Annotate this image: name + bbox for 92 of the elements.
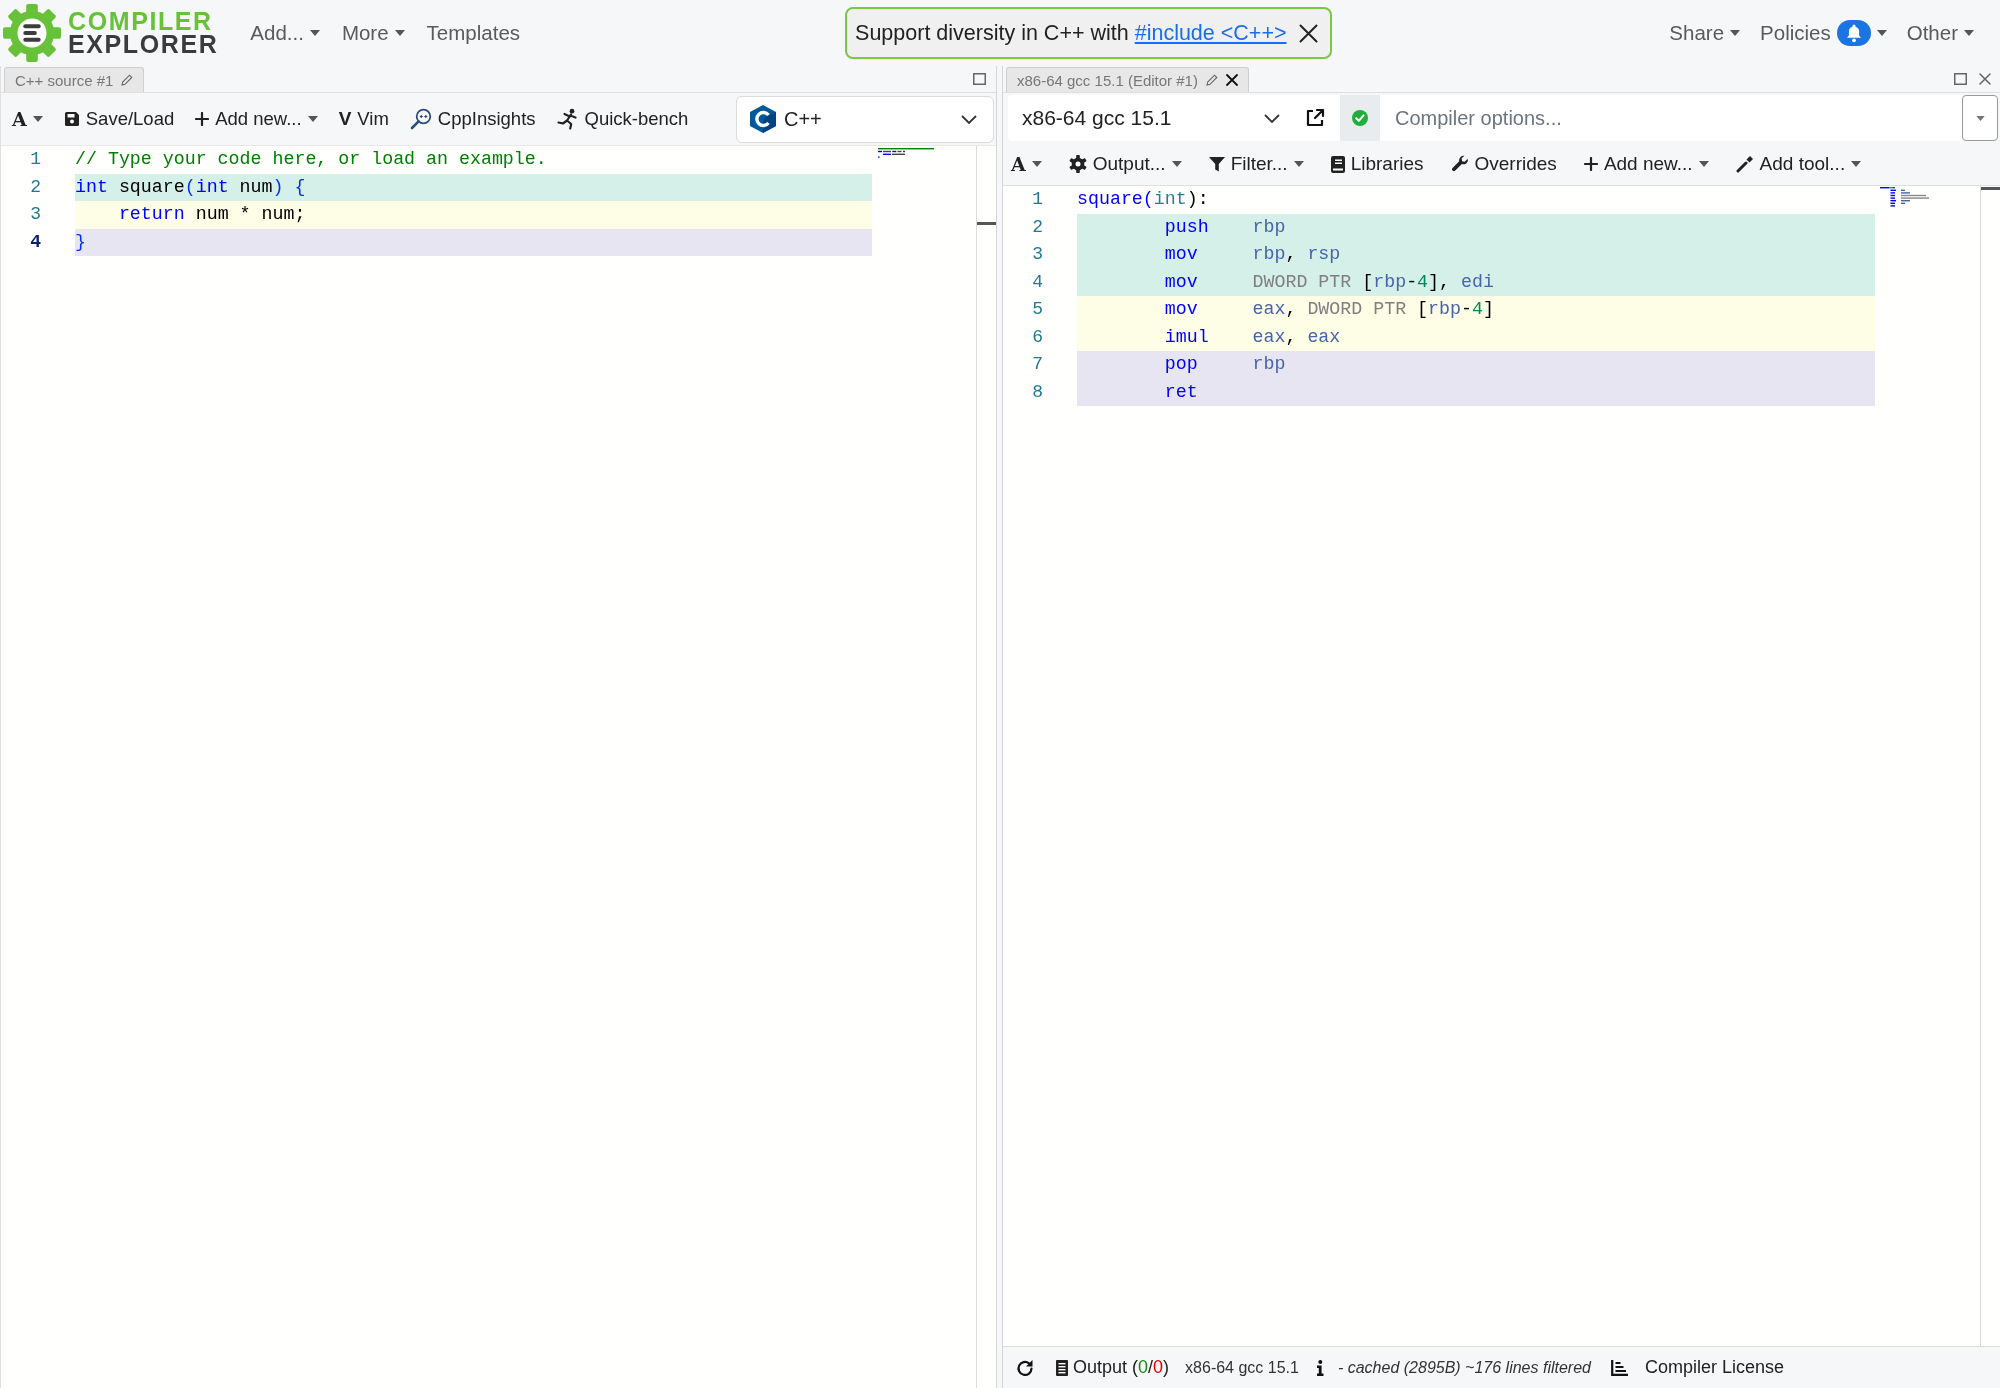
gear-icon [1068, 155, 1087, 173]
runner-icon [556, 108, 579, 130]
nav-menu-button[interactable]: Other [1906, 21, 1974, 45]
popout-button[interactable] [1290, 95, 1340, 141]
line-number: 1 [1031, 188, 1044, 211]
magnifier-icon [409, 108, 432, 130]
nav-menu-button[interactable]: Policies [1760, 20, 1887, 46]
code-editor[interactable]: 1 // Type your code here, or load an example. 2 int square(int num) { 3 return num * num; 4 } [1, 145, 996, 1388]
caret-icon [1975, 115, 1985, 121]
code-line: mov DWORD PTR [rbp-4], edi [1164, 270, 1494, 294]
code-line: ret [1164, 380, 1198, 404]
assembly-view[interactable]: 1 square(int): 2 push rbp 3 mov rbp, rsp 4 mov DWORD PTR [rbp-4], edi 5 mov eax, DWORD PTR [rbp-4] 6 imul eax, eax 7 pop rbp 8 ret [1003, 185, 2000, 1346]
scrollbar[interactable] [1980, 186, 2000, 1346]
compiler-select[interactable]: x86-64 gcc 15.1 [1008, 95, 1290, 141]
chevron-icon [961, 114, 977, 124]
minimap-drawing[interactable] [878, 148, 934, 158]
cache-status-text: - cached (2895B) ~176 lines filtered [1337, 1358, 1591, 1377]
line-number: 5 [1031, 298, 1044, 321]
maximize-icon[interactable] [973, 73, 986, 85]
compiler-license-button[interactable]: Compiler License [1611, 1357, 1785, 1378]
nav-menu-button[interactable]: Templates [426, 21, 521, 45]
document-icon [1056, 1359, 1068, 1376]
plus-icon [1583, 157, 1598, 171]
cursor-marker [1981, 187, 2000, 190]
output-button[interactable]: Output (0/0) [1056, 1357, 1170, 1378]
libraries-button[interactable]: Libraries [1330, 153, 1424, 175]
nav-menu-button[interactable]: More [341, 21, 405, 45]
close-icon[interactable] [1225, 74, 1238, 86]
code-line: imul eax, eax [1164, 325, 1341, 349]
options-dropdown-button[interactable] [1962, 95, 1998, 141]
line-number: 2 [29, 175, 42, 199]
overrides-button[interactable]: Overrides [1450, 153, 1557, 175]
line-number: 3 [1031, 243, 1044, 266]
maximize-icon[interactable] [1954, 73, 1967, 85]
cursor-marker [977, 222, 996, 225]
code-line: pop rbp [1164, 353, 1286, 376]
code-line: square(int): [1077, 188, 1209, 211]
filter-menu-button[interactable]: Filter... [1208, 153, 1304, 175]
include-link[interactable]: #include <C++> [1134, 20, 1287, 45]
pencil-icon[interactable] [1205, 74, 1218, 86]
banner-message: Support diversity in C++ with #include <C++> [855, 20, 1287, 46]
compiler-options-field[interactable]: Compiler options... [1380, 95, 1962, 141]
plus-icon [195, 112, 210, 126]
add-new-button[interactable]: Add new... [195, 108, 318, 130]
brush-icon [1735, 155, 1754, 173]
logo-text: EXPLORER [68, 33, 219, 56]
book-icon [1330, 155, 1345, 173]
close-icon[interactable] [1298, 23, 1318, 43]
compiler-tab[interactable]: x86-64 gcc 15.1 (Editor #1) [1006, 67, 1249, 92]
code-line: // Type your code here, or load an example. [75, 148, 547, 171]
line-number: 4 [1031, 270, 1044, 294]
code-line: mov eax, DWORD PTR [rbp-4] [1164, 298, 1494, 321]
code-line: return num * num; [117, 203, 306, 226]
code-line: } [75, 230, 86, 254]
quick-bench-button[interactable]: Quick-bench [556, 108, 689, 130]
nav-menu-button[interactable]: Add... [250, 21, 320, 45]
code-line: mov rbp, rsp [1164, 243, 1341, 266]
line-number: 6 [1031, 325, 1044, 349]
minimap-drawing[interactable] [1880, 187, 1932, 207]
line-number: 3 [29, 203, 42, 226]
output-menu-button[interactable]: Output... [1068, 153, 1182, 175]
font-menu-button[interactable]: A [12, 108, 43, 130]
line-number: 1 [29, 148, 42, 171]
code-line: int square(int num) { [75, 175, 306, 199]
code-line: push rbp [1164, 215, 1286, 239]
gear-logo-icon[interactable] [3, 4, 61, 62]
hexagon-logo-icon [750, 105, 776, 133]
wrench-icon [1450, 155, 1469, 173]
nav-menu-button[interactable]: Share [1669, 21, 1741, 45]
compiler-name-label: x86-64 gcc 15.1 [1185, 1358, 1299, 1377]
info-icon[interactable] [1315, 1359, 1324, 1376]
logo-text: COMPILER [68, 10, 214, 33]
pencil-icon[interactable] [121, 74, 134, 86]
filter-icon [1208, 156, 1225, 172]
save-icon [63, 111, 80, 127]
scrollbar[interactable] [976, 146, 996, 1388]
vim-toggle-button[interactable]: V Vim [338, 108, 389, 130]
line-number: 7 [1031, 353, 1044, 376]
line-number: 2 [1031, 215, 1044, 239]
line-number: 4 [29, 230, 42, 254]
add-new-button[interactable]: Add new... [1583, 153, 1709, 175]
insights-button[interactable]: CppInsights [409, 108, 536, 130]
add-tool-button[interactable]: Add tool... [1735, 153, 1862, 175]
refresh-icon[interactable] [1016, 1358, 1034, 1377]
chart-icon [1611, 1359, 1628, 1376]
external-link-icon [1305, 108, 1325, 128]
editor-tab[interactable]: C++ source #1 [4, 67, 145, 92]
line-number: 8 [1031, 380, 1044, 404]
save-load-button[interactable]: Save/Load [63, 108, 175, 130]
font-menu-button[interactable]: A [1011, 153, 1042, 175]
chevron-icon [1264, 113, 1280, 123]
language-select[interactable]: C++ [736, 95, 994, 143]
